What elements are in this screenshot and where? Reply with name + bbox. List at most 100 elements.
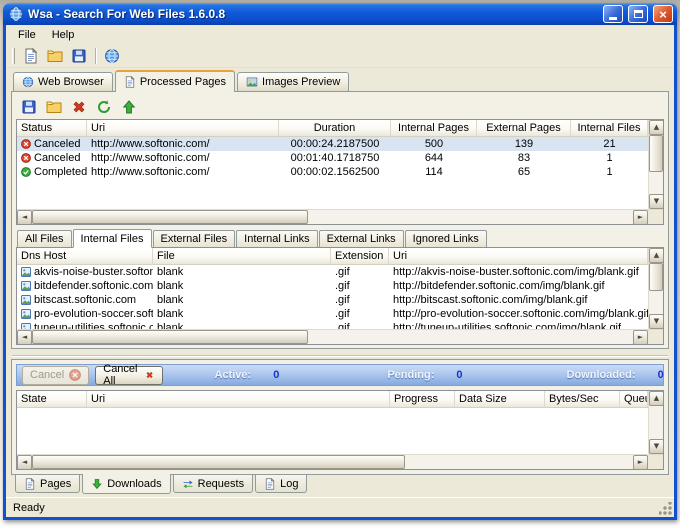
- files-table-rows: akvis-noise-buster.softonic... blank .gi…: [17, 265, 648, 329]
- scrollbar-corner: [648, 455, 663, 469]
- splitter[interactable]: [12, 351, 668, 356]
- vertical-scrollbar[interactable]: ▲ ▼: [648, 248, 663, 329]
- horizontal-scrollbar[interactable]: ◄ ►: [17, 329, 663, 344]
- scrollbar-track[interactable]: [649, 406, 663, 439]
- tab-images-preview[interactable]: Images Preview: [237, 72, 350, 91]
- tab-web-browser[interactable]: Web Browser: [13, 72, 113, 91]
- column-header-dns-host[interactable]: Dns Host: [17, 248, 153, 264]
- column-header-uri[interactable]: Uri: [389, 248, 648, 264]
- list-item[interactable]: bitdefender.softonic.com blank .gif http…: [17, 279, 648, 293]
- red-x-icon: [145, 369, 154, 381]
- save-button[interactable]: [68, 46, 90, 66]
- column-header-data-size[interactable]: Data Size: [455, 391, 545, 407]
- cancel-button[interactable]: Cancel: [22, 365, 90, 385]
- column-header-uri[interactable]: Uri: [87, 391, 390, 407]
- refresh-button[interactable]: [93, 97, 115, 117]
- scrollbar-thumb[interactable]: [649, 135, 663, 172]
- minimize-button[interactable]: [603, 5, 623, 23]
- column-header-file[interactable]: File: [153, 248, 331, 264]
- scroll-down-button[interactable]: ▼: [649, 439, 663, 454]
- column-header-queue[interactable]: Queu...: [620, 391, 648, 407]
- scroll-up-button[interactable]: ▲: [649, 120, 663, 135]
- open-list-button[interactable]: [43, 97, 65, 117]
- uri-text: http://bitscast.softonic.com/img/blank.g…: [393, 294, 588, 306]
- tab-pages[interactable]: Pages: [15, 475, 81, 493]
- cancel-all-button[interactable]: Cancel All: [95, 363, 163, 387]
- tab-log[interactable]: Log: [255, 475, 308, 493]
- scroll-up-button[interactable]: ▲: [649, 248, 663, 263]
- horizontal-scrollbar[interactable]: ◄ ►: [17, 454, 663, 469]
- status-text: Ready: [13, 501, 45, 514]
- list-item[interactable]: tuneup-utilities.softonic.com blank .gif…: [17, 321, 648, 329]
- scrollbar-track[interactable]: [649, 263, 663, 314]
- scrollbar-track[interactable]: [32, 210, 633, 224]
- scrollbar-thumb[interactable]: [32, 455, 405, 469]
- app-icon: [8, 6, 24, 22]
- table-row[interactable]: Canceled http://www.softonic.com/ 00:00:…: [17, 137, 648, 151]
- scroll-right-button[interactable]: ►: [633, 455, 648, 469]
- scroll-down-button[interactable]: ▼: [649, 194, 663, 209]
- maximize-button[interactable]: [628, 5, 648, 23]
- scroll-left-button[interactable]: ◄: [17, 455, 32, 469]
- tab-downloads[interactable]: Downloads: [82, 474, 171, 494]
- save-list-button[interactable]: [18, 97, 40, 117]
- delete-button[interactable]: [68, 97, 90, 117]
- column-header-external-pages[interactable]: External Pages: [477, 120, 571, 136]
- column-header-progress[interactable]: Progress: [390, 391, 455, 407]
- scroll-left-button[interactable]: ◄: [17, 330, 32, 344]
- scroll-up-button[interactable]: ▲: [649, 391, 663, 406]
- column-header-bytes-sec[interactable]: Bytes/Sec: [545, 391, 620, 407]
- internal-files-value: 1: [606, 166, 613, 178]
- tab-requests[interactable]: Requests: [172, 475, 254, 493]
- column-header-internal-pages[interactable]: Internal Pages: [391, 120, 477, 136]
- scrollbar-track[interactable]: [32, 455, 633, 469]
- tab-internal-links[interactable]: Internal Links: [236, 230, 318, 247]
- scroll-right-button[interactable]: ►: [633, 330, 648, 344]
- column-header-state[interactable]: State: [17, 391, 87, 407]
- list-item[interactable]: bitscast.softonic.com blank .gif http://…: [17, 293, 648, 307]
- extension-text: .gif: [335, 294, 350, 306]
- vertical-scrollbar[interactable]: ▲ ▼: [648, 391, 663, 454]
- tab-all-files[interactable]: All Files: [17, 230, 72, 247]
- file-text: blank: [157, 308, 184, 320]
- column-header-duration[interactable]: Duration: [279, 120, 391, 136]
- web-button[interactable]: [101, 46, 123, 66]
- toolbar-grip[interactable]: [12, 47, 15, 64]
- horizontal-scrollbar[interactable]: ◄ ►: [17, 209, 663, 224]
- tab-processed-pages[interactable]: Processed Pages: [114, 70, 236, 92]
- column-header-internal-files[interactable]: Internal Files: [571, 120, 648, 136]
- image-file-icon: [21, 309, 31, 319]
- scroll-right-button[interactable]: ►: [633, 210, 648, 224]
- scrollbar-thumb[interactable]: [649, 263, 663, 292]
- scroll-down-button[interactable]: ▼: [649, 314, 663, 329]
- column-header-extension[interactable]: Extension: [331, 248, 389, 264]
- open-button[interactable]: [44, 46, 66, 66]
- list-item[interactable]: akvis-noise-buster.softonic... blank .gi…: [17, 265, 648, 279]
- resize-grip[interactable]: [659, 502, 672, 515]
- tab-ignored-links[interactable]: Ignored Links: [404, 230, 487, 247]
- uri-text: http://www.softonic.com/: [91, 152, 210, 164]
- move-up-button[interactable]: [118, 97, 140, 117]
- tab-external-files[interactable]: External Files: [152, 230, 236, 247]
- table-row[interactable]: Canceled http://www.softonic.com/ 00:01:…: [17, 151, 648, 165]
- column-header-uri[interactable]: Uri: [87, 120, 279, 136]
- scrollbar-thumb[interactable]: [32, 210, 309, 224]
- new-search-button[interactable]: [20, 46, 42, 66]
- column-header-status[interactable]: Status: [17, 120, 87, 136]
- menu-help[interactable]: Help: [44, 27, 83, 43]
- table-row[interactable]: Completed http://www.softonic.com/ 00:00…: [17, 165, 648, 179]
- list-item[interactable]: pro-evolution-soccer.softoni... blank .g…: [17, 307, 648, 321]
- vertical-scrollbar[interactable]: ▲ ▼: [648, 120, 663, 209]
- globe-icon: [104, 48, 120, 64]
- tab-external-links[interactable]: External Links: [318, 230, 404, 247]
- menu-file[interactable]: File: [10, 27, 44, 43]
- scrollbar-track[interactable]: [649, 135, 663, 194]
- tab-internal-files[interactable]: Internal Files: [72, 229, 152, 248]
- main-toolbar: [6, 44, 674, 68]
- scroll-left-button[interactable]: ◄: [17, 210, 32, 224]
- titlebar[interactable]: Wsa - Search For Web Files 1.6.0.8 ×: [3, 3, 677, 25]
- scrollbar-track[interactable]: [32, 330, 633, 344]
- internal-files-value: 1: [606, 152, 613, 164]
- close-button[interactable]: ×: [653, 5, 673, 23]
- scrollbar-thumb[interactable]: [32, 330, 309, 344]
